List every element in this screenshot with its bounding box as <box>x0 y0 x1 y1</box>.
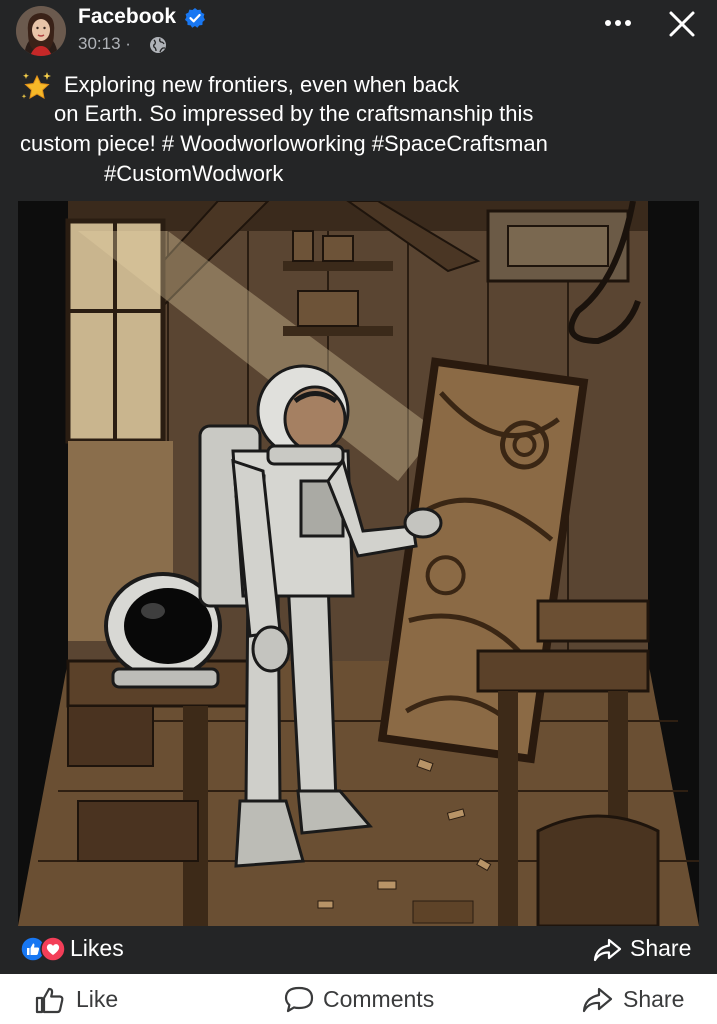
astronaut-woodshop-illustration <box>18 201 699 926</box>
likes-count-label[interactable]: Likes <box>70 935 124 962</box>
avatar[interactable] <box>16 6 66 56</box>
close-icon <box>669 11 695 37</box>
more-options-button[interactable] <box>598 8 638 38</box>
caption-line: custom piece! # Woodworloworking #SpaceC… <box>20 131 548 156</box>
share-icon <box>593 938 622 962</box>
post-header: Facebook 30:13 · <box>0 0 717 62</box>
caption-line: Exploring new frontiers, even when back <box>64 72 459 97</box>
caption-line: #CustomWodwork <box>104 161 284 186</box>
like-label: Like <box>76 986 119 1012</box>
page-name[interactable]: Facebook <box>78 5 176 29</box>
verified-badge-icon <box>185 8 205 28</box>
like-button[interactable]: Like <box>34 974 144 1024</box>
share-button[interactable]: Share <box>581 974 701 1024</box>
reaction-icons[interactable] <box>20 936 68 962</box>
sparkle-star-emoji <box>21 72 51 99</box>
comment-bubble-icon <box>284 986 314 1013</box>
share-icon <box>582 987 613 1013</box>
thumbs-up-icon <box>35 987 64 1014</box>
post-time[interactable]: 30:13 · <box>78 34 131 54</box>
post-image[interactable] <box>18 201 699 926</box>
more-horizontal-icon <box>605 20 631 26</box>
share-label: Share <box>623 986 685 1012</box>
action-bar: Like Comments Share <box>0 974 717 1024</box>
globe-icon <box>150 37 166 53</box>
share-summary-label: Share <box>630 935 692 961</box>
facebook-post: Facebook 30:13 · Exploring new frontiers… <box>0 0 717 1024</box>
comments-label: Comments <box>323 986 435 1012</box>
close-button[interactable] <box>664 6 700 42</box>
comment-button[interactable]: Comments <box>283 974 453 1024</box>
caption-line: on Earth. So impressed by the craftsmans… <box>54 101 534 126</box>
share-summary-button[interactable]: Share <box>592 935 702 965</box>
love-reaction-icon <box>40 936 66 962</box>
